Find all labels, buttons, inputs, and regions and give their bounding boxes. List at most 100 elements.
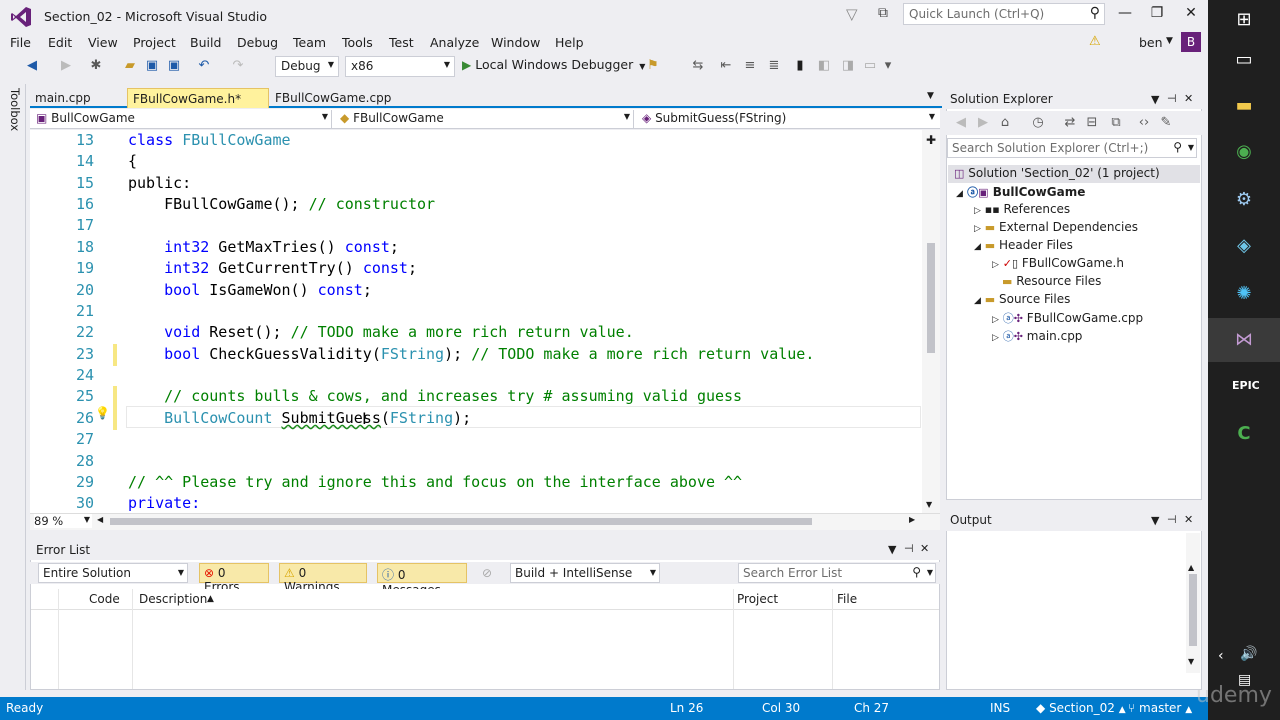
messages-filter-button[interactable]: ⓘ 0 Messages	[377, 563, 467, 597]
forward-icon[interactable]: ▶	[58, 58, 74, 74]
volume-icon[interactable]: 🔊	[1240, 646, 1257, 662]
maximize-button[interactable]: ❐	[1148, 5, 1166, 23]
properties-icon[interactable]: ✎	[1158, 115, 1174, 131]
visual-studio-task-icon[interactable]: ⋈	[1232, 328, 1256, 352]
pin-icon[interactable]: ⊣	[1167, 92, 1177, 105]
show-all-files-icon[interactable]: ⧉	[1108, 115, 1124, 131]
chevron-down-icon[interactable]: ▼	[1151, 514, 1159, 527]
menu-view[interactable]: View	[88, 35, 118, 50]
indent-icon[interactable]: ⇤	[718, 58, 734, 74]
configuration-select[interactable]: Debug ▼	[275, 56, 339, 77]
globe-icon[interactable]: ✺	[1232, 282, 1256, 306]
errors-filter-button[interactable]: ⊗ 0 Errors	[199, 563, 269, 594]
chevron-down-icon[interactable]: ▼	[888, 543, 896, 556]
comment-icon[interactable]: ≡	[742, 58, 758, 74]
next-bookmark-icon[interactable]: ◨	[840, 58, 856, 74]
tab-fbullcowgame-cpp[interactable]: FBullCowGame.cpp	[270, 88, 396, 108]
split-icon[interactable]: ✚	[926, 133, 936, 147]
tree-resource-files[interactable]: ▬ Resource Files	[1002, 274, 1101, 288]
error-search-input[interactable]: Search Error List ⚲ ▼	[738, 563, 936, 583]
chevron-left-icon[interactable]: ‹	[1218, 648, 1224, 664]
menu-project[interactable]: Project	[133, 35, 176, 50]
tree-references[interactable]: ▷ ▪▪ References	[974, 202, 1070, 216]
clear-bookmarks-icon[interactable]: ▭	[862, 58, 878, 74]
toolbar-overflow-icon[interactable]: ▾	[880, 58, 896, 74]
camtasia-icon[interactable]: C	[1232, 422, 1256, 446]
tree-external-dependencies[interactable]: ▷ ▬ External Dependencies	[974, 220, 1138, 234]
avatar[interactable]: B	[1181, 32, 1201, 52]
tree-fbullcowgame-h[interactable]: ▷ ✓▯ FBullCowGame.h	[992, 256, 1124, 270]
scroll-thumb[interactable]	[110, 518, 812, 525]
menu-test[interactable]: Test	[389, 35, 414, 50]
chevron-down-icon[interactable]: ▼	[1166, 36, 1173, 46]
platform-select[interactable]: x86 ▼	[345, 56, 455, 77]
open-file-icon[interactable]: ▰	[122, 58, 138, 74]
tree-fbullcowgame-cpp[interactable]: ▷ ⓐ✣ FBullCowGame.cpp	[992, 310, 1143, 326]
menu-debug[interactable]: Debug	[237, 35, 278, 50]
sync-icon[interactable]: ⇄	[1062, 115, 1078, 131]
windows-start-icon[interactable]: ⊞	[1232, 8, 1256, 32]
minimize-button[interactable]: —	[1116, 5, 1134, 23]
column-project[interactable]: Project	[737, 592, 778, 606]
app-icon[interactable]: ◈	[1232, 234, 1256, 258]
tab-main-cpp[interactable]: main.cpp	[30, 88, 96, 108]
forward-icon[interactable]: ▶	[975, 115, 991, 131]
branch-button[interactable]: ⑂ master ▲	[1128, 701, 1192, 715]
close-button[interactable]: ✕	[1182, 5, 1200, 23]
find-icon[interactable]: ⚑	[645, 58, 661, 74]
scroll-left-icon[interactable]: ◀	[97, 515, 103, 524]
scroll-down-icon[interactable]: ▼	[1188, 657, 1194, 666]
column-description[interactable]: Description	[139, 592, 207, 606]
project-scope-select[interactable]: ▣ BullCowGame ▼	[32, 110, 332, 128]
pin-icon[interactable]: ⊣	[904, 542, 914, 555]
task-view-icon[interactable]: ▭	[1232, 48, 1256, 72]
step-icon[interactable]: ⇆	[690, 58, 706, 74]
bookmark-icon[interactable]: ▮	[792, 58, 808, 74]
chevron-down-icon[interactable]: ▼	[1151, 93, 1159, 106]
tree-solution[interactable]: ◫ Solution 'Section_02' (1 project)	[954, 166, 1160, 180]
scroll-up-icon[interactable]: ▲	[1188, 563, 1194, 572]
account-name[interactable]: ben	[1139, 35, 1163, 50]
chevron-down-icon[interactable]: ▼	[927, 91, 934, 101]
view-code-icon[interactable]: ‹›	[1136, 115, 1152, 131]
clear-filter-icon[interactable]: ⊘	[482, 566, 492, 580]
tree-header-files[interactable]: ◢ ▬ Header Files	[974, 238, 1073, 252]
lightbulb-icon[interactable]: 💡	[95, 406, 110, 420]
menu-team[interactable]: Team	[293, 35, 326, 50]
notification-warning-icon[interactable]: ⚠	[1089, 34, 1101, 49]
prev-bookmark-icon[interactable]: ◧	[816, 58, 832, 74]
back-icon[interactable]: ◀	[953, 115, 969, 131]
redo-icon[interactable]: ↷	[230, 58, 246, 74]
source-select[interactable]: Build + IntelliSense ▼	[510, 563, 660, 583]
menu-tools[interactable]: Tools	[342, 35, 373, 50]
close-icon[interactable]: ✕	[1184, 513, 1193, 526]
solution-search-input[interactable]: Search Solution Explorer (Ctrl+;) ⚲ ▼	[947, 138, 1197, 158]
scroll-down-icon[interactable]: ▼	[926, 500, 932, 509]
uncomment-icon[interactable]: ≣	[766, 58, 782, 74]
member-select[interactable]: ◈ SubmitGuess(FString) ▼	[638, 110, 938, 128]
repository-button[interactable]: ◆ Section_02 ▲	[1036, 701, 1126, 715]
collapse-all-icon[interactable]: ⊟	[1084, 115, 1100, 131]
quick-launch-input[interactable]: Quick Launch (Ctrl+Q) ⚲	[903, 3, 1105, 25]
menu-analyze[interactable]: Analyze	[430, 35, 479, 50]
steam-icon[interactable]: ⚙	[1232, 188, 1256, 212]
filter-icon[interactable]: ▽	[846, 5, 864, 23]
menu-help[interactable]: Help	[555, 35, 584, 50]
warnings-filter-button[interactable]: ⚠ 0 Warnings	[279, 563, 367, 594]
new-project-icon[interactable]: ✱	[88, 58, 104, 74]
menu-file[interactable]: File	[10, 35, 31, 50]
save-icon[interactable]: ▣	[144, 58, 160, 74]
close-icon[interactable]: ✕	[1184, 92, 1193, 105]
scroll-right-icon[interactable]: ▶	[909, 515, 915, 524]
chrome-icon[interactable]: ◉	[1232, 140, 1256, 164]
scroll-thumb[interactable]	[1189, 574, 1197, 646]
scope-select[interactable]: Entire Solution ▼	[38, 563, 188, 583]
column-code[interactable]: Code	[89, 592, 120, 606]
history-icon[interactable]: ◷	[1030, 115, 1046, 131]
menu-window[interactable]: Window	[491, 35, 540, 50]
zoom-select[interactable]: 89 % ▼	[34, 514, 92, 528]
undo-icon[interactable]: ↶	[196, 58, 212, 74]
column-file[interactable]: File	[837, 592, 857, 606]
save-all-icon[interactable]: ▣	[166, 58, 182, 74]
home-icon[interactable]: ⌂	[997, 115, 1013, 131]
